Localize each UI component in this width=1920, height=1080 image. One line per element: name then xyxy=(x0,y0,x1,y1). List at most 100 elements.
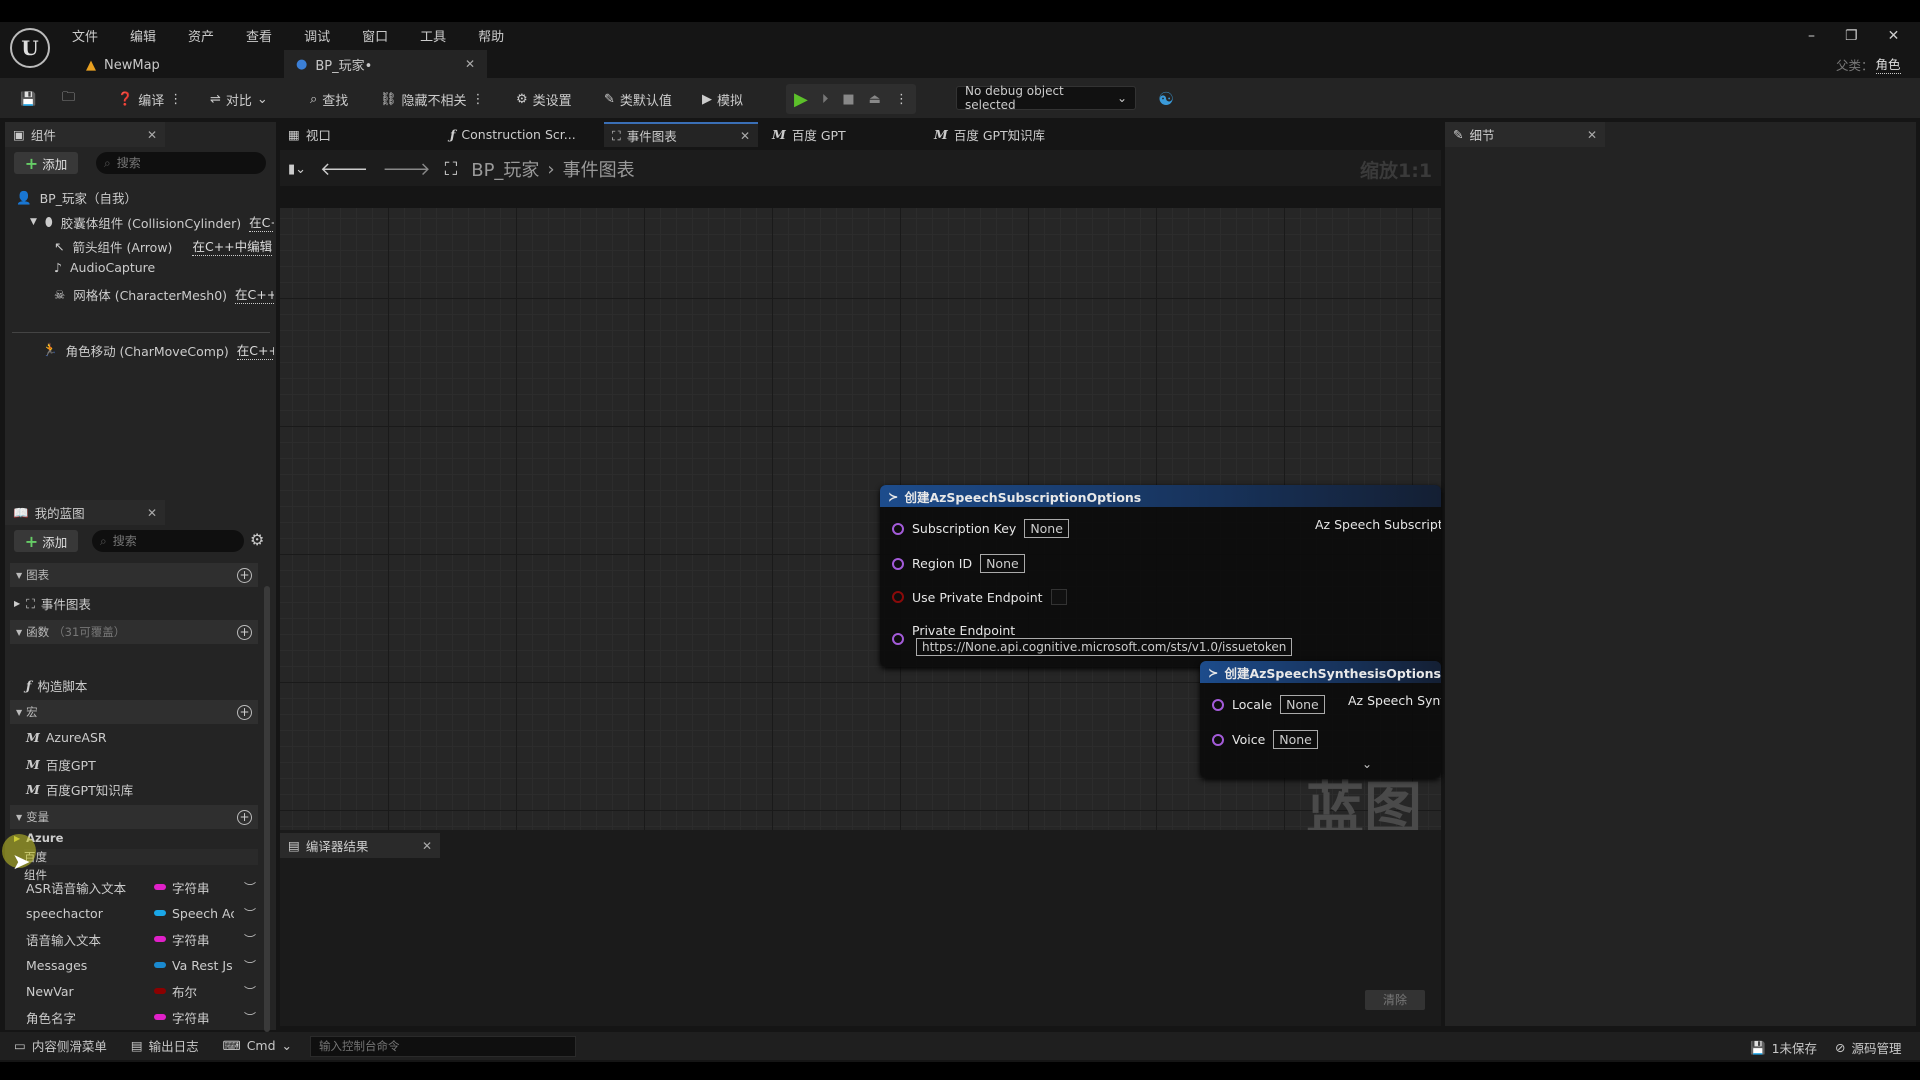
add-member-button[interactable]: + 添加 xyxy=(14,530,78,552)
menu-edit[interactable]: 编辑 xyxy=(130,26,156,45)
minimize-button[interactable]: – xyxy=(1808,28,1815,44)
eye-closed-icon[interactable]: ︶ xyxy=(244,879,256,896)
edit-in-cpp-link[interactable]: 在C+ xyxy=(249,212,274,232)
hide-unrelated-button[interactable]: ⛓ 隐藏不相关 ⋮ xyxy=(380,86,485,112)
eye-closed-icon[interactable]: ︶ xyxy=(244,931,256,948)
simulate-button[interactable]: ▶ 模拟 xyxy=(702,86,743,112)
menu-debug[interactable]: 调试 xyxy=(304,26,330,45)
close-window-button[interactable]: ✕ xyxy=(1888,28,1900,44)
more-icon[interactable]: ⋮ xyxy=(169,92,182,107)
menu-view[interactable]: 查看 xyxy=(246,26,272,45)
variable-type[interactable]: Speech Ac xyxy=(172,906,234,921)
menu-help[interactable]: 帮助 xyxy=(478,26,504,45)
pin-subscription-key[interactable]: Subscription Key None xyxy=(892,519,1069,538)
component-self[interactable]: 👤 BP_玩家（自我） xyxy=(16,188,137,207)
unreal-logo[interactable]: U xyxy=(10,28,50,68)
stop-icon[interactable]: ■ xyxy=(842,92,854,107)
restore-button[interactable]: ❐ xyxy=(1845,28,1858,44)
variable-type[interactable]: 字符串 xyxy=(172,1008,234,1027)
section-macros[interactable]: ▼ 宏 + xyxy=(10,700,258,724)
back-arrow-icon[interactable]: 🡐 xyxy=(320,159,368,180)
play-icon[interactable]: ▶ xyxy=(794,89,808,110)
eye-closed-icon[interactable]: ︶ xyxy=(244,905,256,922)
parent-class-link[interactable]: 角色 xyxy=(1875,54,1901,74)
pin-locale[interactable]: Locale None xyxy=(1212,695,1325,714)
debug-object-select[interactable]: No debug object selected ⌄ xyxy=(956,84,1136,112)
my-blueprint-tab[interactable]: 📖 我的蓝图 ✕ xyxy=(5,500,165,525)
forward-arrow-icon[interactable]: 🡒 xyxy=(382,159,430,180)
debug-filter-button[interactable]: ☯ xyxy=(1158,86,1174,112)
eject-icon[interactable]: ⏏ xyxy=(869,92,881,107)
find-button[interactable]: ⌕ 查找 xyxy=(310,86,348,112)
breadcrumb-current[interactable]: 事件图表 xyxy=(563,156,635,182)
close-tab-icon[interactable]: ✕ xyxy=(147,506,157,520)
tab-baidu-gpt[interactable]: M 百度 GPT xyxy=(764,122,924,147)
compile-button[interactable]: ❓ 编译 ⋮ xyxy=(117,86,182,112)
close-tab-icon[interactable]: ✕ xyxy=(465,57,475,71)
component-audiocapture[interactable]: ♪ AudioCapture xyxy=(54,260,155,275)
voice-input[interactable]: None xyxy=(1273,730,1318,749)
diff-button[interactable]: ⇌ 对比 ⌄ xyxy=(210,86,268,112)
menu-window[interactable]: 窗口 xyxy=(362,26,388,45)
item-macro[interactable]: M 百度GPT知识库 xyxy=(26,780,133,799)
scrollbar[interactable] xyxy=(264,586,270,1032)
my-blueprint-search[interactable]: ⌕ xyxy=(92,530,244,552)
more-icon[interactable]: ⋮ xyxy=(472,92,485,107)
tab-baidu-gpt-kb[interactable]: M 百度 GPT知识库 xyxy=(926,122,1106,147)
edit-in-cpp-link[interactable]: 在C++中 xyxy=(236,340,274,360)
console-command-input[interactable] xyxy=(310,1036,576,1057)
output-log-button[interactable]: ▤ 输出日志 xyxy=(131,1036,199,1055)
variable-row[interactable]: Messages Va Rest Js ︶ xyxy=(26,954,256,976)
variable-row[interactable]: NewVar 布尔 ︶ xyxy=(26,980,256,1002)
close-tab-icon[interactable]: ✕ xyxy=(740,129,750,143)
close-tab-icon[interactable]: ✕ xyxy=(422,839,432,853)
item-construction-script[interactable]: ƒ 构造脚本 xyxy=(26,676,87,695)
close-tab-icon[interactable]: ✕ xyxy=(147,128,157,142)
save-button[interactable]: 💾 xyxy=(20,86,36,112)
private-endpoint-input[interactable]: https://None.api.cognitive.microsoft.com… xyxy=(916,638,1293,656)
my-blueprint-search-input[interactable] xyxy=(112,534,244,548)
more-icon[interactable]: ⋮ xyxy=(895,92,908,107)
component-arrow[interactable]: ↖ 箭头组件 (Arrow) 在C++中编辑 xyxy=(54,236,273,256)
section-functions[interactable]: ▼ 函数 （31可覆盖） + xyxy=(10,620,258,644)
browse-button[interactable]: 🗀 xyxy=(62,86,75,112)
var-category-baidu[interactable]: 百度 xyxy=(24,849,258,865)
settings-gear-icon[interactable]: ⚙ xyxy=(250,530,264,549)
item-event-graph[interactable]: ▶ ⛶ 事件图表 xyxy=(14,594,91,613)
breadcrumb-root[interactable]: BP_玩家 xyxy=(471,156,539,182)
item-macro[interactable]: M AzureASR xyxy=(26,730,107,745)
doc-tab-newmap[interactable]: ▲ NewMap xyxy=(74,52,282,78)
components-tab[interactable]: ▣ 组件 ✕ xyxy=(5,122,165,147)
eye-closed-icon[interactable]: ︶ xyxy=(244,957,256,974)
expand-arrow-icon[interactable]: ▼ xyxy=(30,217,37,227)
add-variable-icon[interactable]: + xyxy=(237,809,252,825)
components-search[interactable]: ⌕ xyxy=(96,152,266,174)
variable-type[interactable]: 字符串 xyxy=(172,930,234,949)
class-defaults-button[interactable]: ✎ 类默认值 xyxy=(604,86,672,112)
menu-asset[interactable]: 资产 xyxy=(188,26,214,45)
bookmark-icon[interactable]: ▮⌄ xyxy=(288,162,306,177)
section-graphs[interactable]: ▼ 图表 + xyxy=(10,563,258,587)
variable-row[interactable]: speechactor Speech Ac ︶ xyxy=(26,902,256,924)
eye-closed-icon[interactable]: ︶ xyxy=(244,983,256,1000)
edit-in-cpp-link[interactable]: 在C++中编辑 xyxy=(192,236,273,256)
pin-voice[interactable]: Voice None xyxy=(1212,730,1318,749)
node-create-synthesis-options[interactable]: ≻ 创建AzSpeechSynthesisOptions Locale None V… xyxy=(1200,661,1441,778)
add-graph-icon[interactable]: + xyxy=(237,567,252,583)
step-icon[interactable]: ⏵ xyxy=(822,92,829,107)
expand-chevron-icon[interactable]: ⌄ xyxy=(1362,757,1372,771)
cmd-select[interactable]: ⌨ Cmd ⌄ xyxy=(223,1038,292,1053)
component-movement[interactable]: 🏃 角色移动 (CharMoveComp) 在C++中 xyxy=(42,340,274,360)
variable-row[interactable]: ASR语音输入文本 字符串 ︶ xyxy=(26,876,256,898)
add-component-button[interactable]: + 添加 xyxy=(14,152,78,174)
variable-row[interactable]: 语音输入文本 字符串 ︶ xyxy=(26,928,256,950)
output-pin[interactable]: Az Speech Subscription xyxy=(1315,517,1441,532)
node-create-subscription-options[interactable]: ≻ 创建AzSpeechSubscriptionOptions Subscript… xyxy=(880,485,1441,667)
menu-file[interactable]: 文件 xyxy=(72,26,98,45)
subscription-key-input[interactable]: None xyxy=(1024,519,1069,538)
pin-use-private-endpoint[interactable]: Use Private Endpoint xyxy=(892,589,1067,605)
add-macro-icon[interactable]: + xyxy=(237,704,252,720)
components-search-input[interactable] xyxy=(116,156,266,170)
use-private-endpoint-checkbox[interactable] xyxy=(1050,589,1067,605)
source-control-button[interactable]: ⊘ 源码管理 xyxy=(1835,1038,1902,1057)
